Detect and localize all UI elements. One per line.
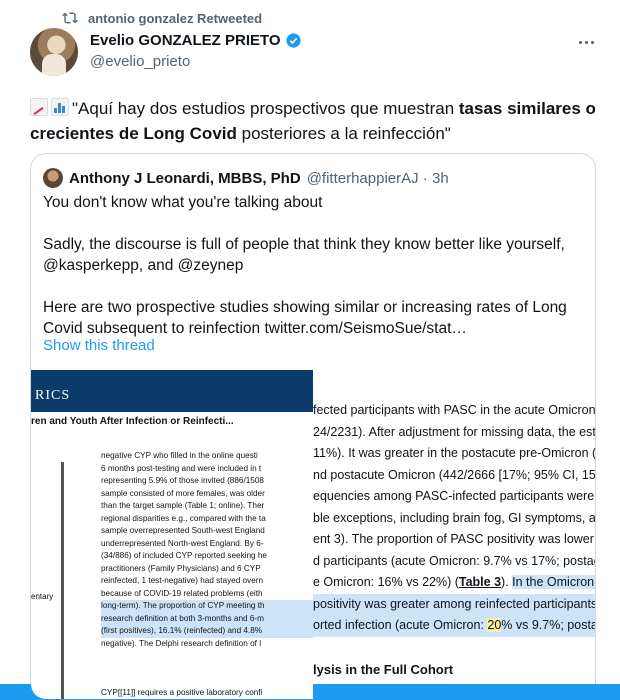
retweet-icon [62, 12, 78, 24]
divider [61, 462, 64, 699]
verified-badge-icon [286, 33, 301, 48]
retweet-indicator: antonio gonzalez Retweeted [62, 10, 262, 26]
quoted-tweet[interactable]: Anthony J Leonardi, MBBS, PhD @fitterhap… [30, 153, 596, 700]
tweet-text: "Aquí hay dos estudios prospectivos que … [30, 96, 600, 146]
tweet-author: Evelio GONZALEZ PRIETO @evelio_prieto [90, 32, 302, 70]
author-name[interactable]: Evelio GONZALEZ PRIETO [90, 32, 281, 49]
quoted-tweet-header: Anthony J Leonardi, MBBS, PhD @fitterhap… [43, 168, 449, 188]
retweet-text[interactable]: antonio gonzalez Retweeted [88, 11, 262, 26]
paper-screenshot-image[interactable]: RICS ren and Youth After Infection or Re… [31, 370, 595, 699]
avatar[interactable] [30, 28, 78, 76]
paper-left-text: negative CYP who filled in the online qu… [101, 450, 313, 650]
tweet-text-prefix: "Aquí hay dos estudios prospectivos que … [72, 99, 459, 118]
paper-section-heading: lysis in the Full Cohort [313, 662, 454, 677]
journal-header: RICS [31, 370, 313, 412]
margin-label: entary [31, 592, 54, 601]
more-options-icon[interactable] [574, 32, 598, 52]
chart-increasing-emoji-icon [30, 98, 48, 116]
paper-subtitle: ren and Youth After Infection or Reinfec… [31, 416, 234, 427]
author-handle[interactable]: @evelio_prieto [90, 53, 302, 70]
quoted-tweet-text: You don't know what you're talking about… [43, 192, 583, 360]
show-thread-link[interactable]: Show this thread [43, 337, 155, 354]
paper-left-excerpt: RICS ren and Youth After Infection or Re… [31, 370, 313, 699]
quoted-author-name: Anthony J Leonardi, MBBS, PhD [69, 169, 301, 187]
quoted-paragraph: You don't know what you're talking about [43, 194, 323, 211]
quoted-author-handle: @fitterhappierAJ · 3h [306, 169, 449, 187]
quoted-paragraph: Sadly, the discourse is full of people t… [43, 236, 565, 274]
bar-chart-emoji-icon [51, 98, 69, 116]
paper-right-text: fected participants with PASC in the acu… [313, 400, 595, 637]
paper-left-footer: CYP[[11]] requires a positive laboratory… [101, 688, 263, 697]
quoted-paragraph: Here are two prospective studies showing… [43, 299, 567, 337]
quoted-avatar [43, 168, 63, 188]
tweet-text-suffix: posteriores a la reinfección" [236, 124, 451, 143]
